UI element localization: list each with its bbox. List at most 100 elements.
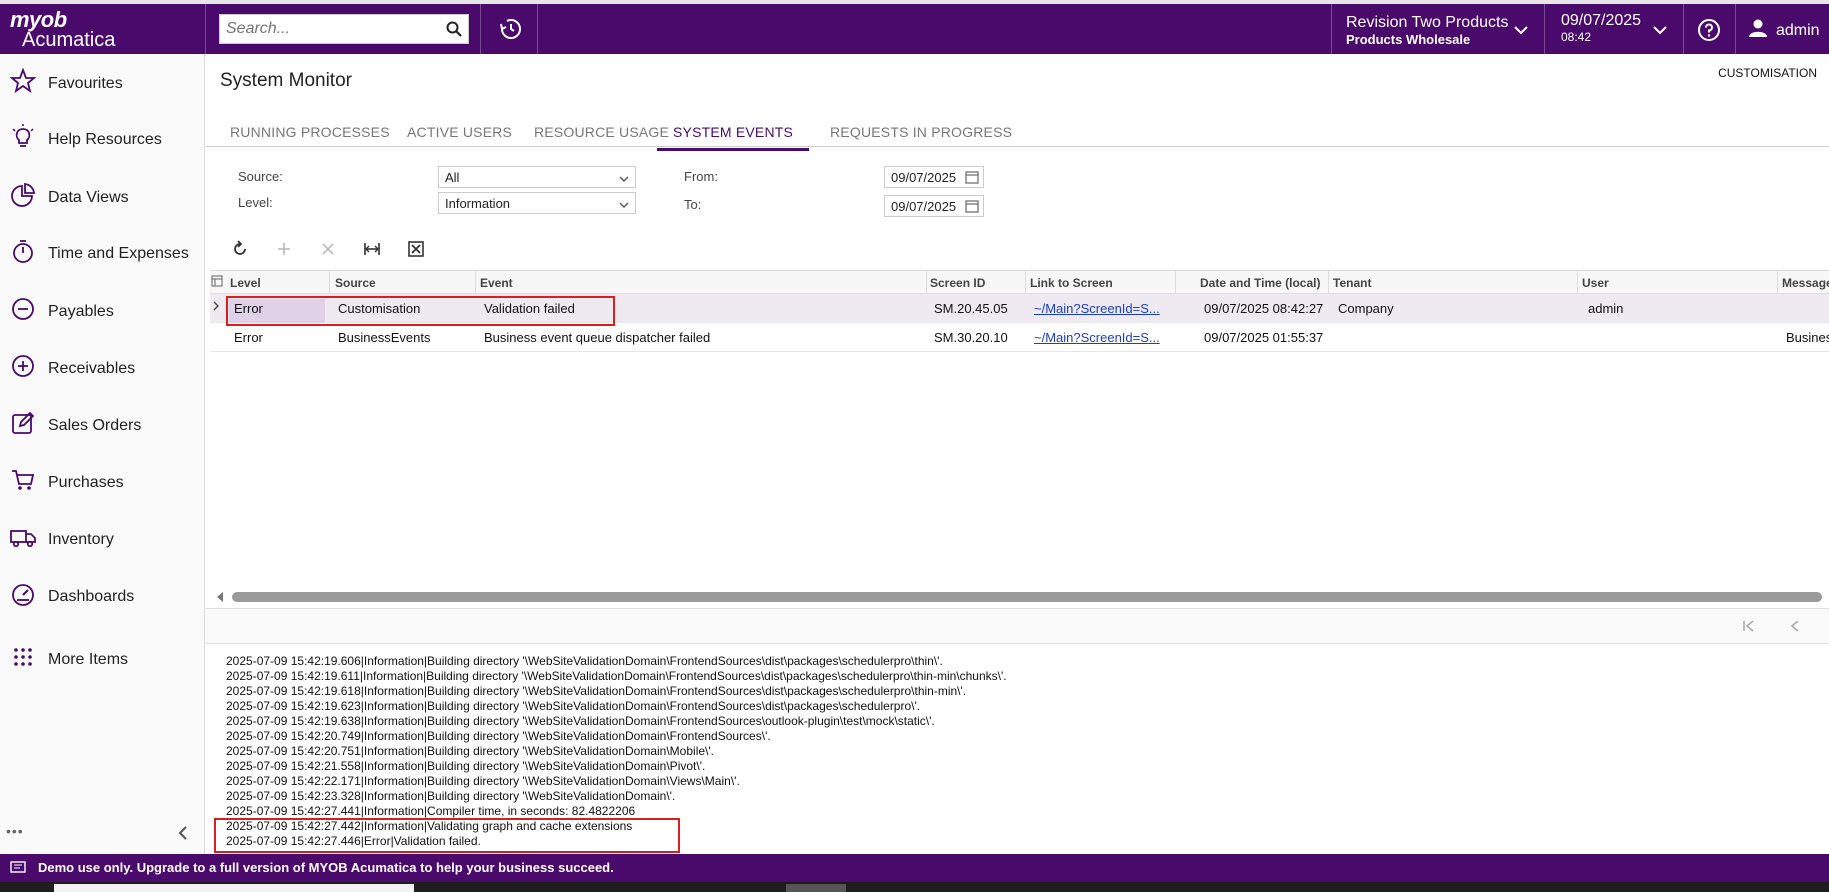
sidebar-item-payables[interactable]: Payables	[10, 296, 114, 327]
sidebar-item-time-and-expenses[interactable]: Time and Expenses	[10, 238, 189, 269]
sidebar-item-data-views[interactable]: Data Views	[10, 182, 129, 213]
table-row[interactable]: Error Customisation Validation failed SM…	[210, 294, 1829, 323]
grid-toolbar	[218, 240, 438, 262]
user-menu[interactable]: admin	[1748, 18, 1820, 43]
sidebar-item-more-items[interactable]: More Items	[10, 644, 128, 675]
pie-chart-icon	[10, 182, 36, 213]
tab-resource-usage[interactable]: RESOURCE USAGE	[534, 124, 669, 140]
truck-icon	[10, 524, 36, 555]
source-value: All	[445, 170, 460, 185]
column-settings-icon[interactable]	[211, 275, 223, 290]
separator	[205, 4, 206, 54]
sidebar-item-label: Dashboards	[48, 587, 135, 605]
search-input[interactable]	[220, 15, 440, 43]
help-icon[interactable]	[1697, 18, 1721, 47]
export-excel-icon[interactable]	[394, 240, 438, 262]
scrollbar-thumb[interactable]	[232, 592, 1822, 602]
tab-bar: RUNNING PROCESSES ACTIVE USERS RESOURCE …	[206, 114, 1829, 151]
log-line: 2025-07-09 15:42:19.638|Information|Buil…	[226, 714, 935, 728]
previous-page-icon[interactable]	[1789, 619, 1801, 638]
column-header-screen-id[interactable]: Screen ID	[930, 276, 985, 290]
fit-columns-icon[interactable]	[350, 240, 394, 262]
horizontal-scrollbar[interactable]	[210, 588, 1829, 604]
column-header-source[interactable]: Source	[335, 276, 376, 290]
from-label: From:	[684, 169, 718, 184]
sidebar-item-dashboards[interactable]: Dashboards	[10, 581, 134, 612]
column-header-tenant[interactable]: Tenant	[1333, 276, 1371, 290]
demo-banner: Demo use only. Upgrade to a full version…	[0, 854, 1829, 882]
chevron-down-icon	[619, 171, 629, 186]
sidebar-item-label: Help Resources	[48, 130, 162, 148]
source-label: Source:	[238, 169, 283, 184]
separator	[480, 4, 481, 54]
taskbar-item[interactable]	[54, 884, 414, 892]
calendar-icon[interactable]	[965, 199, 979, 216]
log-line: 2025-07-09 15:42:19.606|Information|Buil…	[226, 654, 943, 668]
to-date-input[interactable]: 09/07/2025	[884, 195, 984, 217]
source-select[interactable]: All	[438, 166, 636, 188]
sidebar-item-inventory[interactable]: Inventory	[10, 524, 114, 555]
column-header-link-to-screen[interactable]: Link to Screen	[1030, 276, 1113, 290]
taskbar-item[interactable]	[786, 884, 846, 892]
calendar-icon[interactable]	[965, 170, 979, 187]
cell-event: Business event queue dispatcher failed	[484, 330, 711, 345]
sidebar-item-label: Favourites	[48, 74, 123, 92]
cell-screen-id: SM.30.20.10	[934, 330, 1008, 345]
demo-banner-text: Demo use only. Upgrade to a full version…	[38, 860, 614, 875]
column-header-message[interactable]: Message	[1782, 276, 1829, 290]
cell-source: Customisation	[338, 301, 421, 316]
tab-system-events[interactable]: SYSTEM EVENTS	[657, 124, 810, 151]
cell-date-time: 09/07/2025 01:55:37	[1204, 330, 1324, 345]
sidebar-item-label: Time and Expenses	[48, 244, 189, 262]
collapse-sidebar-icon[interactable]	[176, 825, 190, 846]
cell-source: BusinessEvents	[338, 330, 431, 345]
sidebar-item-purchases[interactable]: Purchases	[10, 467, 124, 498]
table-row[interactable]: Error BusinessEvents Business event queu…	[210, 323, 1829, 352]
sidebar-item-label: Data Views	[48, 188, 129, 206]
minus-circle-icon	[10, 296, 36, 327]
sidebar-item-label: More Items	[48, 650, 129, 668]
cell-link-to-screen[interactable]: ~/Main?ScreenId=S...	[1034, 330, 1160, 345]
search-box[interactable]	[219, 14, 469, 44]
column-header-level[interactable]: Level	[230, 276, 261, 290]
log-line: 2025-07-09 15:42:27.446|Error|Validation…	[226, 834, 481, 848]
grid-header: Level Source Event Screen ID Link to Scr…	[210, 270, 1829, 295]
tab-requests-in-progress[interactable]: REQUESTS IN PROGRESS	[830, 124, 1012, 140]
search-icon[interactable]	[446, 21, 462, 42]
level-value: Information	[445, 196, 511, 211]
cell-level: Error	[234, 330, 263, 345]
row-expand-icon[interactable]	[212, 300, 220, 315]
column-header-date-time[interactable]: Date and Time (local)	[1200, 276, 1320, 290]
sidebar-item-favourites[interactable]: Favourites	[9, 67, 123, 99]
user-name: admin	[1776, 21, 1820, 39]
add-icon[interactable]	[262, 240, 306, 262]
cell-tenant: Company	[1338, 301, 1394, 316]
delete-icon[interactable]	[306, 240, 350, 262]
more-options-icon[interactable]: •••	[6, 823, 24, 839]
tab-active-users[interactable]: ACTIVE USERS	[407, 124, 512, 140]
level-select[interactable]: Information	[438, 192, 636, 214]
business-date-selector[interactable]: 09/07/2025 08:42	[1545, 4, 1683, 54]
sidebar-item-help-resources[interactable]: Help Resources	[10, 124, 162, 155]
scroll-left-icon[interactable]	[216, 590, 224, 608]
cell-link-to-screen[interactable]: ~/Main?ScreenId=S...	[1034, 301, 1160, 316]
log-line: 2025-07-09 15:42:19.618|Information|Buil…	[226, 684, 967, 698]
tab-running-processes[interactable]: RUNNING PROCESSES	[230, 124, 390, 140]
chevron-down-icon	[1514, 22, 1528, 40]
refresh-icon[interactable]	[218, 240, 262, 262]
message-icon	[10, 861, 26, 878]
from-date-input[interactable]: 09/07/2025	[884, 166, 984, 188]
logo[interactable]: myob Acumatica	[10, 9, 210, 54]
column-header-user[interactable]: User	[1582, 276, 1609, 290]
log-line: 2025-07-09 15:42:22.171|Information|Buil…	[226, 774, 740, 788]
sidebar-item-receivables[interactable]: Receivables	[10, 353, 135, 384]
sidebar-item-sales-orders[interactable]: Sales Orders	[10, 410, 141, 441]
log-line: 2025-07-09 15:42:19.623|Information|Buil…	[226, 699, 921, 713]
first-page-icon[interactable]	[1741, 619, 1757, 638]
star-icon	[9, 67, 37, 99]
column-header-event[interactable]: Event	[480, 276, 513, 290]
customisation-menu[interactable]: CUSTOMISATION	[1718, 66, 1817, 80]
chevron-down-icon	[619, 197, 629, 212]
company-selector[interactable]: Revision Two Products Products Wholesale	[1332, 4, 1544, 54]
history-icon[interactable]	[498, 16, 524, 47]
